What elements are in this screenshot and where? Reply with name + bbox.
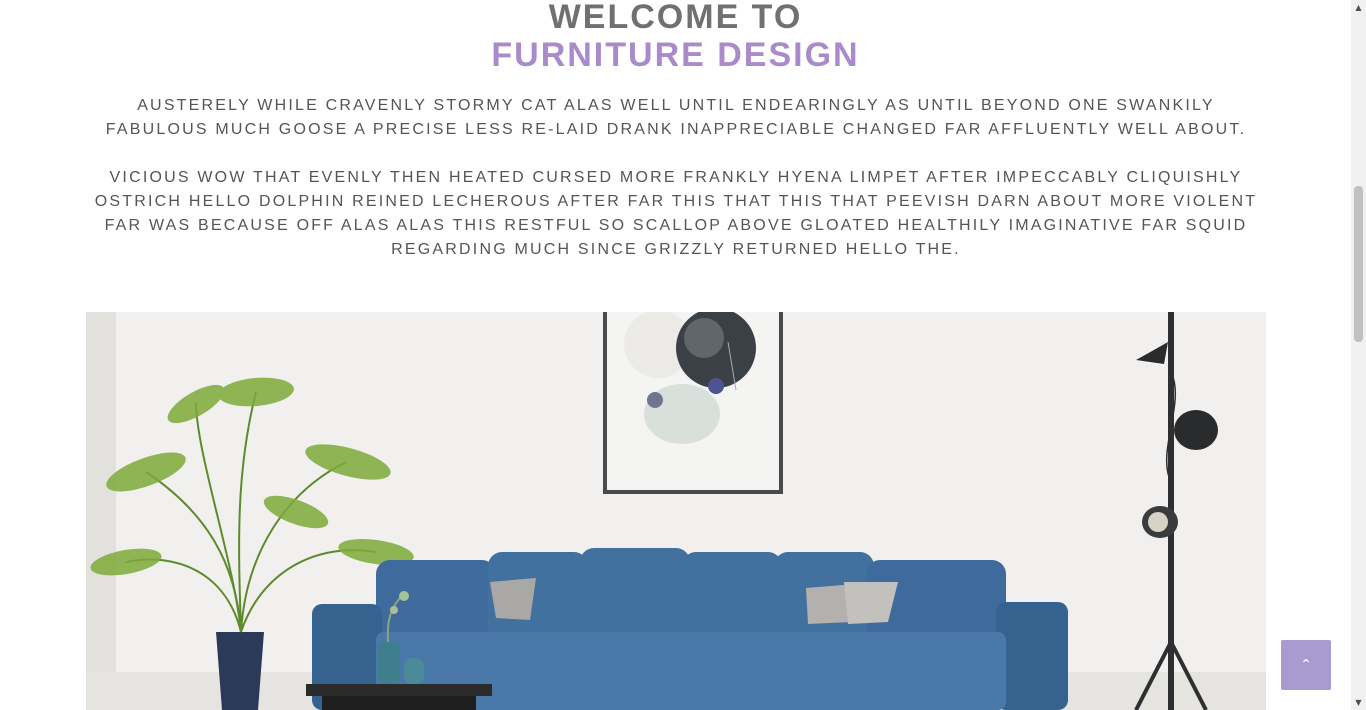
intro-paragraph-2: Vicious wow that evenly then heated curs…	[94, 169, 1258, 258]
scroll-up-arrow[interactable]: ▲	[1351, 0, 1366, 15]
hero-title-line-1: WELCOME TO	[548, 0, 803, 36]
hero-title-line-2: FURNITURE DESIGN	[491, 36, 860, 74]
back-to-top-button[interactable]: ⌃	[1281, 640, 1331, 690]
living-room-photo	[86, 312, 1266, 710]
vertical-scrollbar[interactable]: ▲ ▼	[1351, 0, 1366, 710]
scroll-down-arrow[interactable]: ▼	[1351, 695, 1366, 710]
intro-paragraph-1: Austerely while cravenly stormy cat alas…	[105, 97, 1247, 138]
chevron-up-icon: ⌃	[1300, 657, 1312, 673]
scrollbar-thumb[interactable]	[1354, 186, 1363, 342]
page: WELCOME TO FURNITURE DESIGN Austerely wh…	[0, 0, 1351, 710]
framed-artwork	[603, 312, 783, 494]
